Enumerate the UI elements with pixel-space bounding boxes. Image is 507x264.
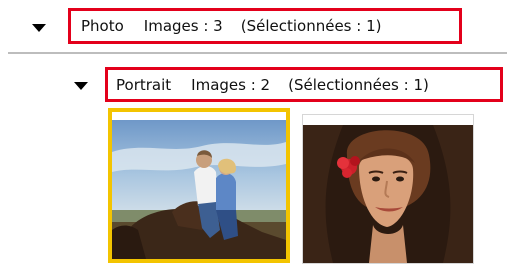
images-count-label: Images : 3: [143, 17, 223, 35]
group-name-label: Portrait: [116, 75, 172, 94]
selected-count-label: (Sélectionnées : 1): [240, 17, 382, 35]
expand-triangle-icon[interactable]: [32, 24, 46, 32]
group-photo-info[interactable]: Photo Images : 3 (Sélectionnées : 1): [68, 8, 462, 44]
woman-portrait-image: [303, 115, 473, 263]
selected-count-label: (Sélectionnées : 1): [288, 75, 429, 94]
expand-triangle-icon[interactable]: [74, 82, 88, 90]
group-portrait-info[interactable]: Portrait Images : 2 (Sélectionnées : 1): [105, 67, 503, 102]
thumbnail-selected[interactable]: [108, 108, 290, 263]
couple-on-horse-image: [112, 112, 286, 259]
images-count-label: Images : 2: [191, 75, 271, 94]
thumbnail[interactable]: [302, 114, 474, 264]
group-divider: [8, 52, 507, 54]
group-name-label: Photo: [81, 17, 124, 35]
